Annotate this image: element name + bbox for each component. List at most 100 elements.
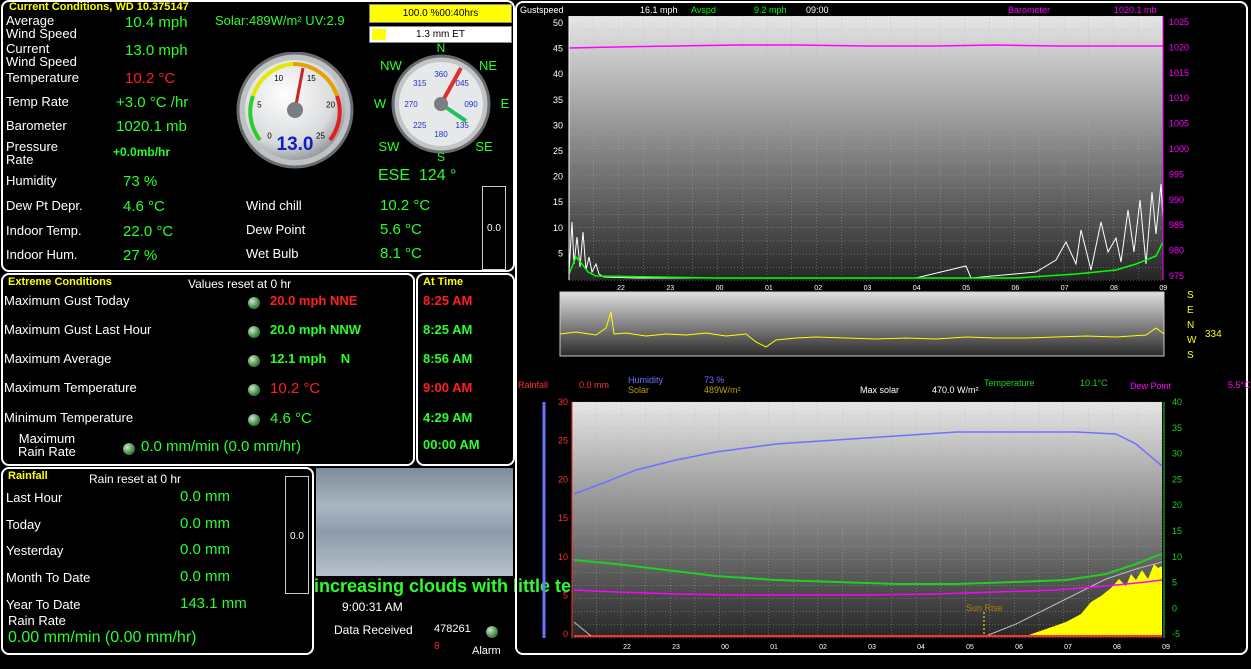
extreme-row-value: 4.6 °C [270,410,312,427]
wind-y-tick: 30 [553,120,563,130]
wind-direction-axis-label: W [1187,335,1197,346]
alarm-label: Alarm [472,645,501,657]
temp-y-tick: 30 [1172,449,1182,459]
et-box: 100.0 %00:40hrs 1.3 mm ET [369,4,512,43]
speed-tick-label: 0 [267,132,272,141]
temp-legend-dew-value: 5.5°C [1228,380,1251,390]
rain-gauge-value: 0.0 [290,531,304,542]
rain-rate-value: 0.00 mm/min (0.00 mm/hr) [8,629,197,646]
temp-x-tick: 02 [819,644,827,651]
current-row-value: 22.0 °C [123,223,174,240]
sky-camera-image [316,468,513,576]
temp-x-tick: 00 [721,644,729,651]
rain-y-tick: 15 [558,513,568,523]
wind-direction-value: 334 [1205,329,1222,340]
temp-x-tick: 22 [623,644,631,651]
at-time-title: At Time [423,276,464,288]
temp-y-tick: 5 [1172,578,1177,588]
wind-legend-avg-value: 9.2 mph [754,5,787,15]
extreme-row-time: 8:56 AM [423,351,473,366]
baro-y-tick: 990 [1169,195,1184,205]
current-row-label: Barometer [6,118,67,133]
temp-x-tick: 08 [1113,644,1121,651]
wind-direction-axis-label: N [1187,320,1194,331]
derived-row-label: Wind chill [246,198,302,213]
rainfall-row-label: Year To Date [6,597,81,612]
current-row-value: 10.2 °C [125,70,176,87]
speed-tick-label: 10 [274,74,283,83]
wind-legend-time: 09:00 [806,5,829,15]
derived-row-label: Dew Point [246,222,306,237]
speed-tick-label: 15 [307,74,316,83]
et-bar-fill [372,29,386,40]
derived-row-label: Wet Bulb [246,246,299,261]
extreme-row-time: 8:25 AM [423,293,473,308]
temp-legend-temp-label: Temperature [984,378,1035,388]
current-row-label: Pressure Rate [6,139,59,167]
derived-row-value: 5.6 °C [380,221,422,238]
wind-speed-gauge: 0 5 10 15 20 25 13.0 [236,52,354,169]
status-led-icon [248,414,260,426]
speed-tick-label: 20 [326,100,335,109]
alarm-indicator-icon[interactable] [486,626,498,638]
status-led-icon [248,384,260,396]
temp-legend-solar-value: 489W/m² [704,385,741,395]
compass-n-label: N [437,41,446,55]
compass-tick-label: 225 [413,121,427,130]
compass-tick-label: 360 [434,70,448,79]
rain-y-tick: 5 [563,591,568,601]
current-row-label: Temperature [6,70,79,85]
rain-reset-note: Rain reset at 0 hr [89,472,182,486]
wind-y-tick: 20 [553,172,563,182]
temp-x-tick: 01 [770,644,778,651]
temp-x-tick: 04 [917,644,925,651]
rain-y-tick: 0 [563,629,568,639]
wind-y-tick: 50 [553,18,563,28]
baro-y-tick: 995 [1169,169,1184,179]
wind-y-tick: 40 [553,69,563,79]
extreme-row-label: Maximum Rain Rate [18,431,76,459]
compass-tick-label: 270 [404,100,418,109]
indoor-gauge-value: 0.0 [487,223,501,234]
current-row-label: Indoor Hum. [6,247,78,262]
wind-legend-gust-label: Gustspeed [520,5,564,15]
temp-x-tick: 09 [1162,644,1170,651]
temp-y-tick: 35 [1172,423,1182,433]
extreme-row-time: 8:25 AM [423,322,473,337]
wind-legend-baro-label: Barometer [1008,5,1050,15]
rainfall-row-value: 0.0 mm [180,515,231,532]
current-row-value: +0.0mb/hr [113,145,171,159]
wind-legend-baro-value: 1020.1 mb [1114,5,1157,15]
extreme-row-value: 10.2 °C [270,380,321,397]
extreme-conditions-title: Extreme Conditions [8,276,112,288]
rainfall-row-label: Last Hour [6,490,63,505]
extreme-row-label: Maximum Gust Last Hour [4,322,152,337]
temp-legend-maxsolar-value: 470.0 W/m² [932,385,979,395]
status-led-icon [248,355,260,367]
extreme-row-value: 0.0 mm/min (0.0 mm/hr) [141,438,302,455]
compass-tick-label: 135 [456,121,470,130]
rainfall-row-label: Today [6,517,41,532]
baro-y-tick: 975 [1169,271,1184,281]
temp-legend-rain-value: 0.0 mm [579,380,609,390]
current-conditions-title: Current Conditions, WD 10.375147 [9,1,189,13]
wind-y-tick: 25 [553,146,563,156]
rainfall-row-label: Month To Date [6,570,91,585]
baro-y-tick: 1025 [1169,17,1189,27]
current-row-label: Current Wind Speed [6,41,77,69]
baro-y-tick: 1000 [1169,144,1189,154]
extreme-row-label: Maximum Average [4,351,112,366]
baro-y-tick: 1005 [1169,119,1189,129]
compass-e-label: E [501,96,510,111]
temp-x-tick: 03 [868,644,876,651]
temp-legend-hum-label: Humidity [628,375,664,385]
compass-nw-label: NW [380,58,402,73]
indoor-gauge-box: 0.0 [482,186,506,270]
rain-y-tick: 10 [558,552,568,562]
temp-legend-temp-value: 10.1°C [1080,378,1108,388]
temp-legend-rain-label: Rainfall [518,380,548,390]
wind-legend-avg-label: Avspd [691,5,716,15]
rainfall-row-value: 0.0 mm [180,541,231,558]
current-row-label: Dew Pt Depr. [6,198,83,213]
status-led-icon [248,326,260,338]
